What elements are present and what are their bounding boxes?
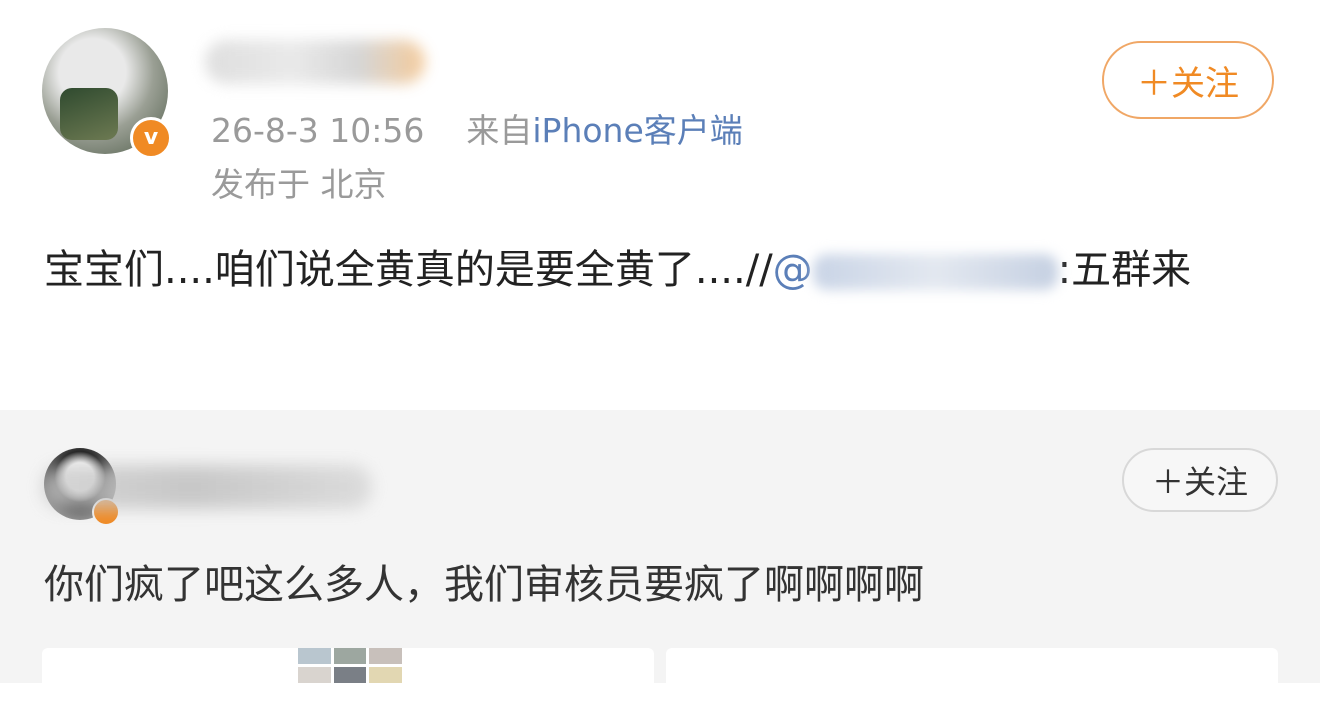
image-thumbnail-grid [298, 648, 402, 683]
post-body: 宝宝们....咱们说全黄真的是要全黄了....//@ :五群来 [44, 238, 1274, 302]
verified-badge-icon: v [130, 117, 172, 159]
original-follow-button[interactable]: ＋关注 [1122, 448, 1278, 512]
original-author-name-blurred[interactable] [42, 465, 372, 509]
weibo-post: v 26-8-3 10:56 来自iPhone客户端 发布于 北京 ＋关注 宝宝… [0, 0, 1320, 410]
follow-button[interactable]: ＋关注 [1102, 41, 1274, 119]
mention-name-blurred [812, 254, 1058, 290]
original-post-card[interactable]: ＋关注 你们疯了吧这么多人，我们审核员要疯了啊啊啊啊 [0, 410, 1320, 708]
mention-link[interactable]: @ [773, 247, 1058, 293]
post-text: 宝宝们....咱们说全黄真的是要全黄了....// [44, 247, 773, 293]
post-time: 26-8-3 10:56 [211, 111, 425, 150]
image-card-right[interactable] [666, 648, 1278, 708]
post-from-prefix: 来自 [466, 111, 533, 150]
author-name-blurred[interactable] [205, 40, 425, 84]
avatar-image-detail [60, 88, 118, 140]
post-text-tail: :五群来 [1057, 247, 1192, 293]
image-card-left[interactable] [42, 648, 654, 708]
post-meta: 26-8-3 10:56 来自iPhone客户端 [211, 104, 743, 152]
original-post-text: 你们疯了吧这么多人，我们审核员要疯了啊啊啊啊 [44, 562, 924, 608]
post-source-link[interactable]: iPhone客户端 [532, 111, 742, 150]
mention-at: @ [772, 247, 813, 293]
post-location: 发布于 北京 [211, 165, 387, 204]
